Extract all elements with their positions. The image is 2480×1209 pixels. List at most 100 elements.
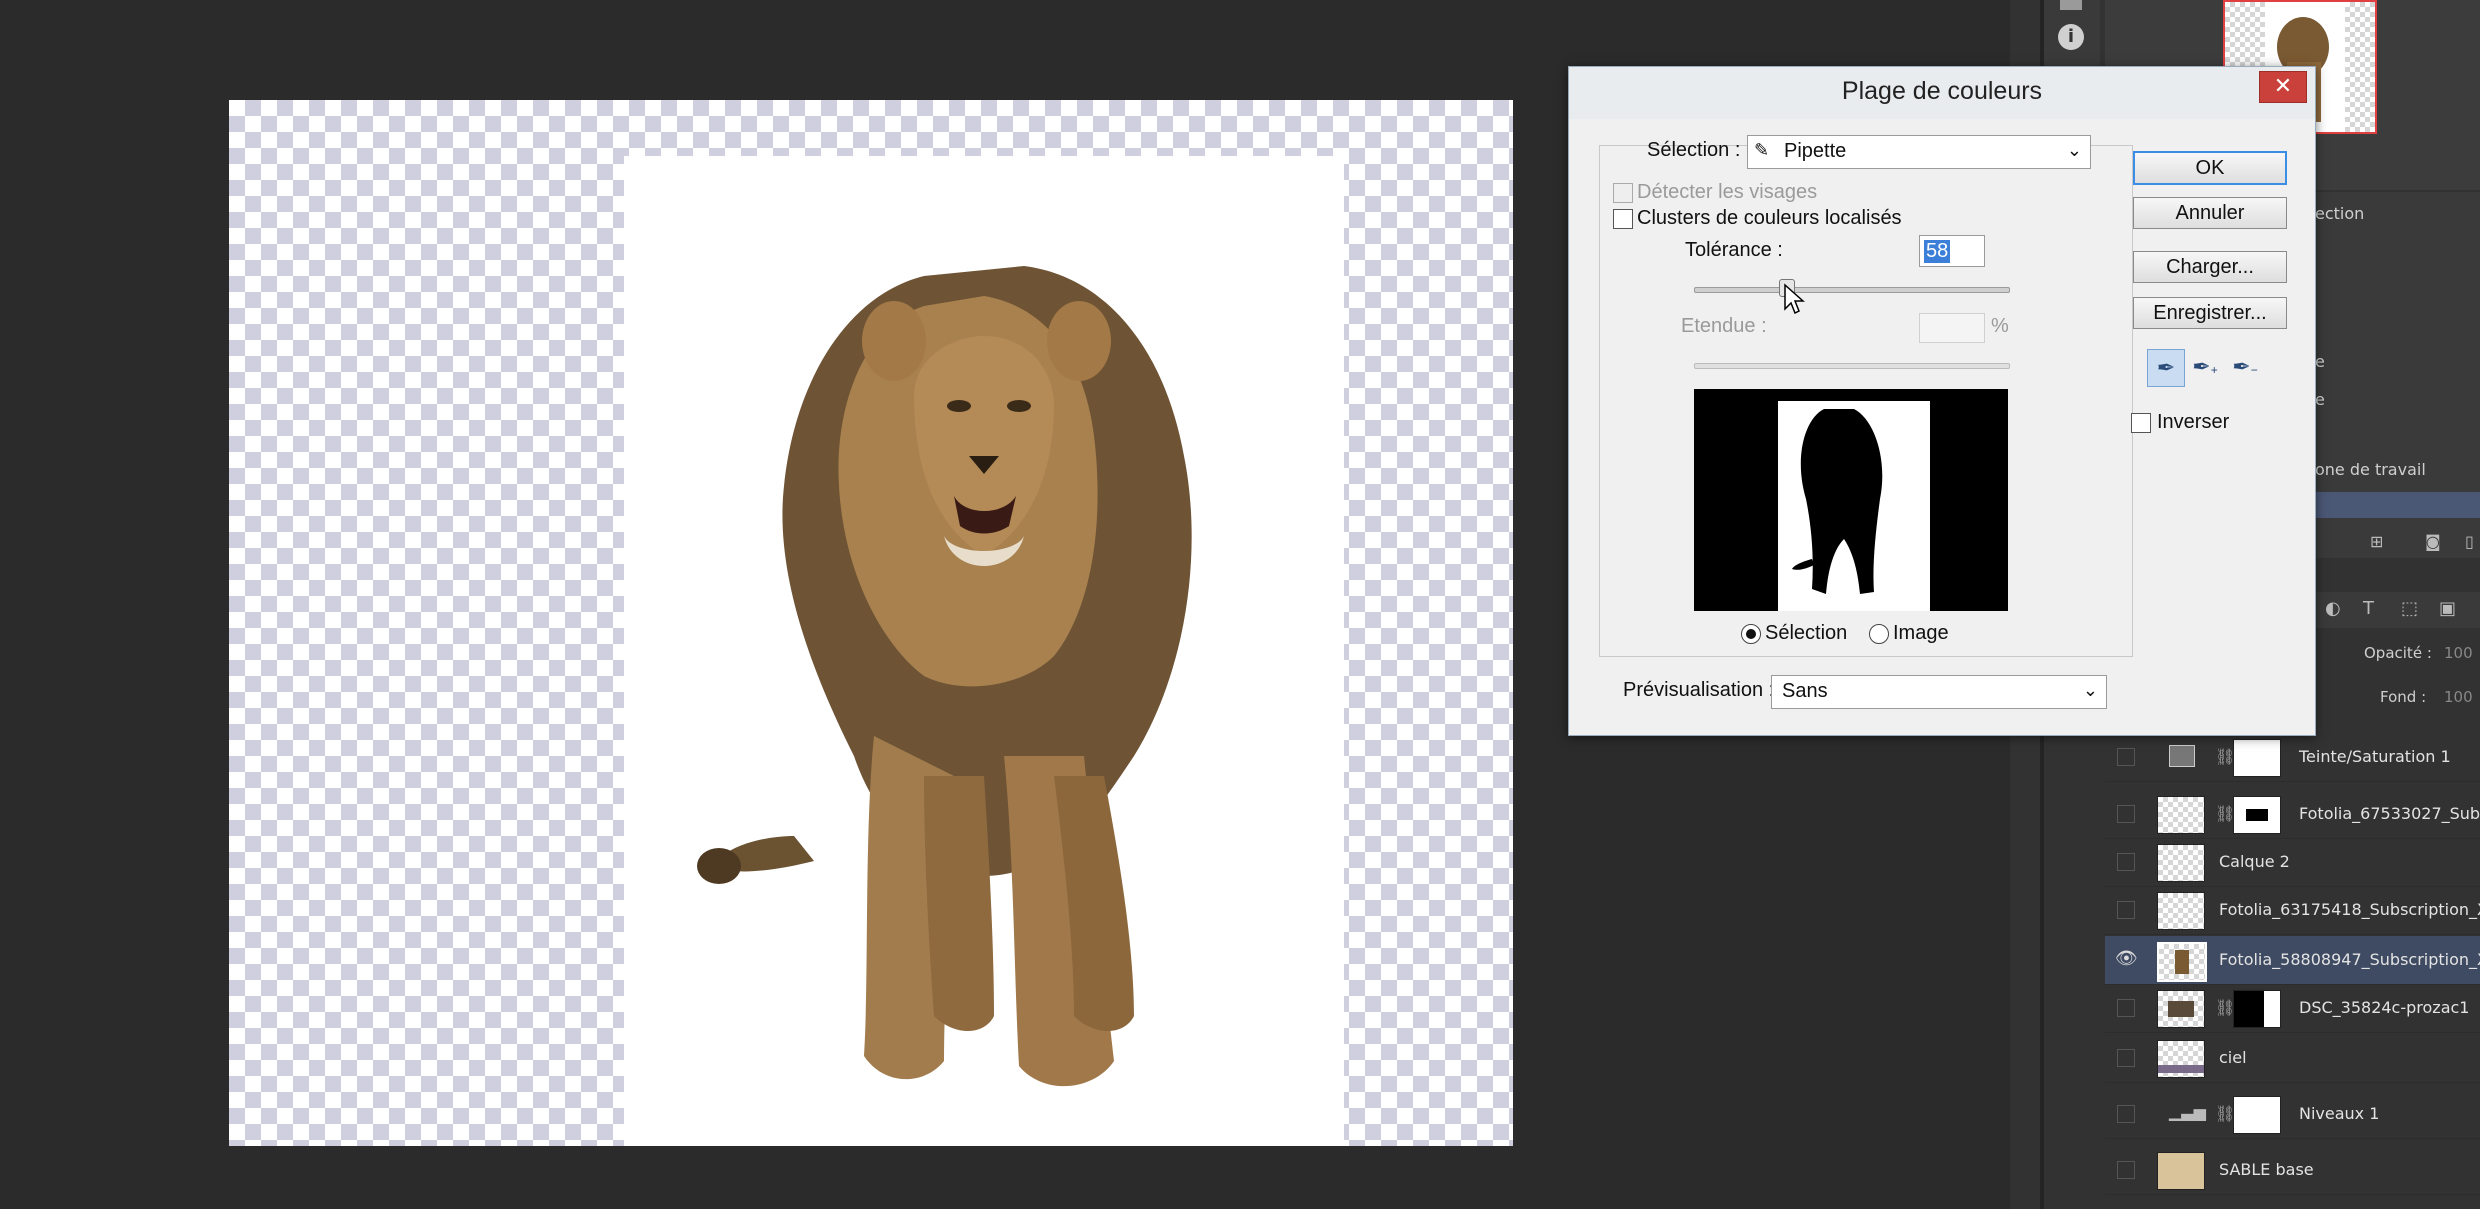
layer-row[interactable]: SABLE base (2105, 1146, 2480, 1195)
layer-row[interactable]: ▁▃▅ ⛓ Niveaux 1 (2105, 1090, 2480, 1139)
visibility-toggle[interactable] (2117, 901, 2135, 919)
range-slider-track[interactable] (1694, 363, 2010, 369)
smart-filter-icon[interactable]: ▣ (2439, 598, 2456, 619)
visibility-toggle[interactable] (2117, 999, 2135, 1017)
panel-toggle-icon[interactable] (2060, 0, 2082, 10)
visibility-toggle[interactable] (2117, 748, 2135, 766)
new-layer-icon[interactable]: ⊞ (2370, 532, 2383, 551)
layer-thumbnail (2157, 990, 2205, 1028)
eyedropper-icon: ✎ (1754, 140, 1770, 160)
levels-icon: ▁▃▅ (2169, 1102, 2206, 1121)
shape-filter-icon[interactable]: ⬚ (2401, 598, 2418, 619)
dialog-title: Plage de couleurs (1841, 77, 2043, 105)
tolerance-input[interactable]: 58 (1919, 235, 1985, 267)
load-button[interactable]: Charger... (2133, 251, 2287, 283)
radio-selection-label: Sélection (1765, 622, 1848, 644)
layer-row[interactable]: Calque 2 (2105, 838, 2480, 887)
layer-thumbnail (2157, 1040, 2205, 1078)
layer-row[interactable]: Fotolia_63175418_Subscription_XXL (2105, 886, 2480, 935)
visibility-toggle[interactable] (2117, 1105, 2135, 1123)
selected-history-row[interactable] (2305, 492, 2480, 518)
preview-label: Prévisualisation : (1623, 679, 1775, 701)
layer-row[interactable]: ciel (2105, 1034, 2480, 1083)
save-button[interactable]: Enregistrer... (2133, 297, 2287, 329)
layer-name: Fotolia_58808947_Subscription_XXL (2219, 950, 2480, 969)
color-range-dialog: Plage de couleurs ✕ Sélection : ✎ Pipett… (1568, 66, 2316, 736)
layer-name: ciel (2219, 1048, 2247, 1067)
layer-name: DSC_35824c-prozac1 (2299, 998, 2470, 1017)
type-filter-icon[interactable]: T (2363, 598, 2374, 619)
mouse-cursor-icon (1784, 283, 1805, 315)
adjustment-icon (2169, 745, 2195, 767)
tolerance-slider-track[interactable] (1694, 287, 2010, 293)
layer-row[interactable]: ⛓ DSC_35824c-prozac1 (2105, 984, 2480, 1033)
camera-icon[interactable]: ◙ (2425, 532, 2441, 551)
dialog-titlebar[interactable]: Plage de couleurs ✕ (1569, 67, 2315, 119)
cancel-button[interactable]: Annuler (2133, 197, 2287, 229)
chevron-down-icon: ⌄ (2082, 680, 2098, 700)
layer-name: Niveaux 1 (2299, 1104, 2380, 1123)
adjustment-filter-icon[interactable]: ◐ (2325, 598, 2341, 619)
chevron-down-icon: ⌄ (2066, 140, 2082, 160)
layer-name: Fotolia_67533027_Subs... (2299, 804, 2480, 823)
preview-lion-silhouette (1792, 409, 1883, 594)
partial-label-2: e (2315, 390, 2325, 409)
localized-clusters-checkbox[interactable] (1613, 209, 1633, 229)
info-icon[interactable]: i (2058, 24, 2084, 50)
selection-preview[interactable] (1694, 389, 2008, 611)
radio-image-label: Image (1893, 622, 1949, 644)
partial-label-3: one de travail (2315, 460, 2426, 479)
eyedropper-plus-icon[interactable]: ✒+ (2187, 349, 2223, 385)
selection-dropdown[interactable]: ✎ Pipette ⌄ (1747, 135, 2091, 169)
visibility-toggle[interactable] (2117, 853, 2135, 871)
preview-dropdown-value: Sans (1782, 680, 1828, 702)
opacity-label: Opacité : (2364, 644, 2432, 662)
range-unit: % (1991, 315, 2009, 337)
eyedropper-icon[interactable]: ✒ (2147, 349, 2185, 387)
layer-thumbnail (2157, 942, 2207, 982)
layer-row[interactable]: ⛓ Teinte/Saturation 1 (2105, 733, 2480, 782)
layer-thumbnail (2157, 796, 2205, 834)
layer-name: Calque 2 (2219, 852, 2290, 871)
mask-shape (2246, 809, 2268, 821)
layer-name: Teinte/Saturation 1 (2299, 747, 2451, 766)
detect-faces-checkbox[interactable] (1613, 183, 1633, 203)
lion-image-layer (624, 156, 1344, 1146)
trash-icon[interactable]: ▯ (2465, 532, 2474, 551)
fill-value[interactable]: 100 (2444, 688, 2473, 706)
layer-mask-thumbnail (2233, 1096, 2281, 1134)
detect-faces-label: Détecter les visages (1637, 181, 1818, 203)
partial-label-1: e (2315, 352, 2325, 371)
radio-selection[interactable] (1741, 624, 1761, 644)
eyedropper-minus-icon[interactable]: ✒− (2227, 349, 2263, 385)
layer-name: Fotolia_63175418_Subscription_XXL (2219, 900, 2480, 919)
selection-dropdown-value: Pipette (1784, 140, 1847, 162)
layer-thumbnail (2157, 1152, 2205, 1190)
lion-mini (2175, 950, 2189, 974)
preview-dropdown[interactable]: Sans ⌄ (1771, 675, 2107, 709)
layer-row-selected[interactable]: 👁 Fotolia_58808947_Subscription_XXL (2105, 936, 2480, 985)
localized-clusters-label: Clusters de couleurs localisés (1637, 207, 1902, 229)
layer-mask-thumbnail (2233, 796, 2281, 834)
visibility-toggle[interactable] (2117, 1049, 2135, 1067)
visibility-toggle[interactable] (2117, 1161, 2135, 1179)
mask-shape (2234, 991, 2264, 1027)
layer-mask-thumbnail (2233, 739, 2281, 777)
range-input[interactable] (1919, 313, 1985, 343)
invert-checkbox[interactable] (2131, 413, 2151, 433)
thumb-content (2158, 1065, 2204, 1073)
partial-label-0: ection (2315, 204, 2365, 223)
visibility-toggle[interactable] (2117, 805, 2135, 823)
selection-label: Sélection : (1647, 139, 1741, 161)
ok-button[interactable]: OK (2133, 151, 2287, 185)
layer-row[interactable]: ⛓ Fotolia_67533027_Subs... (2105, 790, 2480, 839)
radio-image[interactable] (1869, 624, 1889, 644)
opacity-value[interactable]: 100 (2444, 644, 2473, 662)
layer-thumbnail (2157, 892, 2205, 930)
tolerance-value: 58 (1924, 240, 1951, 263)
tolerance-label: Tolérance : (1685, 239, 1783, 261)
close-button[interactable]: ✕ (2259, 71, 2307, 103)
invert-label: Inverser (2157, 411, 2230, 433)
eye-icon[interactable]: 👁 (2115, 948, 2138, 969)
layer-name: SABLE base (2219, 1160, 2314, 1179)
